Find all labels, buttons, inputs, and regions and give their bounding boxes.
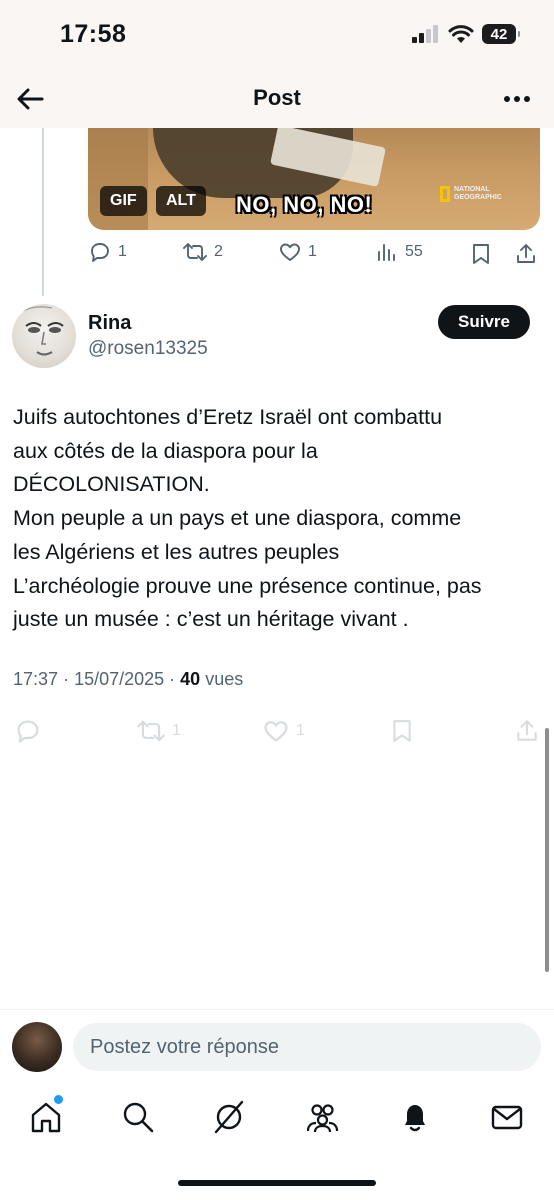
reply-count: 1 [118, 243, 127, 260]
tweet-repost-count: 1 [172, 722, 181, 739]
gif-badge: GIF [100, 186, 147, 216]
status-bar: 17:58 42 [0, 0, 554, 70]
tweet-metadata: 17:37 · 15/07/2025 · 40 vues [13, 669, 244, 689]
notifications-icon[interactable] [398, 1100, 432, 1134]
tweet-line: aux côtés de la diaspora pour la [13, 438, 318, 463]
natgeo-watermark: NATIONAL GEOGRAPHIC [454, 186, 502, 201]
tweet-like-button[interactable]: 1 [262, 717, 305, 745]
like-count: 1 [308, 243, 317, 260]
post-header: Post [0, 70, 554, 128]
home-indicator[interactable] [178, 1180, 376, 1186]
tweet-line: Juifs autochtones d’Eretz Israël ont com… [13, 405, 443, 429]
tweet-date: 15/07/2025 [74, 669, 165, 689]
tweet-time: 17:37 [13, 669, 59, 689]
repost-count: 2 [214, 243, 223, 260]
tweet-views-count[interactable]: 40 [180, 669, 200, 689]
more-icon[interactable] [500, 84, 534, 114]
reply-button[interactable]: 1 [88, 240, 127, 264]
author-handle[interactable]: @rosen13325 [88, 338, 208, 360]
share-icon[interactable] [514, 242, 538, 266]
status-time: 17:58 [60, 20, 127, 48]
tweet-like-count: 1 [296, 722, 305, 739]
tweet-line: Mon peuple a un pays et une diaspora, co… [13, 506, 462, 531]
thread-connector [42, 128, 44, 296]
home-notification-dot [52, 1093, 65, 1106]
repost-icon [183, 243, 207, 261]
battery-indicator: 42 [482, 24, 520, 44]
prev-tweet-actions: 1 2 1 55 [88, 240, 540, 270]
reply-divider [0, 1009, 554, 1010]
reply-icon[interactable] [14, 717, 42, 745]
page-title: Post [253, 85, 301, 110]
avatar-sketch [17, 306, 64, 356]
views-icon [378, 244, 395, 261]
tweet-text: Juifs autochtones d’Eretz Israël ont com… [13, 401, 543, 637]
tweet-actions: 1 1 [0, 715, 554, 745]
gif-media[interactable]: GIF ALT NO, NO, NO! NATIONAL GEOGRAPHIC [88, 128, 540, 230]
author-avatar[interactable] [12, 304, 76, 368]
repost-button[interactable]: 2 [182, 240, 223, 264]
views-count: 55 [405, 243, 423, 260]
follow-button[interactable]: Suivre [438, 305, 530, 339]
gif-caption: NO, NO, NO! [236, 192, 373, 217]
author-name[interactable]: Rina [88, 312, 131, 335]
tweet-line: les Algériens et les autres peuples [13, 539, 340, 564]
reply-icon [91, 243, 109, 262]
messages-icon[interactable] [490, 1100, 524, 1134]
wifi-icon [448, 25, 474, 43]
share-icon[interactable] [514, 717, 540, 745]
reply-input[interactable]: Postez votre réponse [73, 1023, 541, 1071]
cellular-signal-icon [412, 25, 438, 43]
bottom-tab-bar [0, 1086, 554, 1156]
natgeo-logo: NATIONAL GEOGRAPHIC [440, 186, 502, 202]
scrollbar[interactable] [545, 728, 549, 972]
views-button[interactable]: 55 [375, 240, 423, 264]
tweet-line: DÉCOLONISATION. [13, 472, 210, 497]
grok-icon[interactable] [212, 1100, 246, 1134]
like-icon [264, 721, 288, 742]
repost-icon [137, 720, 165, 742]
bookmark-icon[interactable] [470, 242, 492, 266]
current-user-avatar[interactable] [12, 1022, 62, 1072]
tweet-line: L’archéologie prouve une présence contin… [13, 573, 482, 598]
tweet-repost-button[interactable]: 1 [136, 717, 181, 745]
alt-badge[interactable]: ALT [156, 186, 206, 216]
like-icon [280, 243, 300, 261]
tweet-views-label: vues [205, 669, 244, 689]
like-button[interactable]: 1 [278, 240, 317, 264]
search-icon[interactable] [121, 1100, 155, 1134]
tweet-line: juste un musée : c’est un héritage vivan… [13, 607, 409, 632]
communities-icon[interactable] [305, 1100, 339, 1134]
bookmark-icon[interactable] [390, 717, 414, 745]
status-icons: 42 [412, 24, 520, 44]
